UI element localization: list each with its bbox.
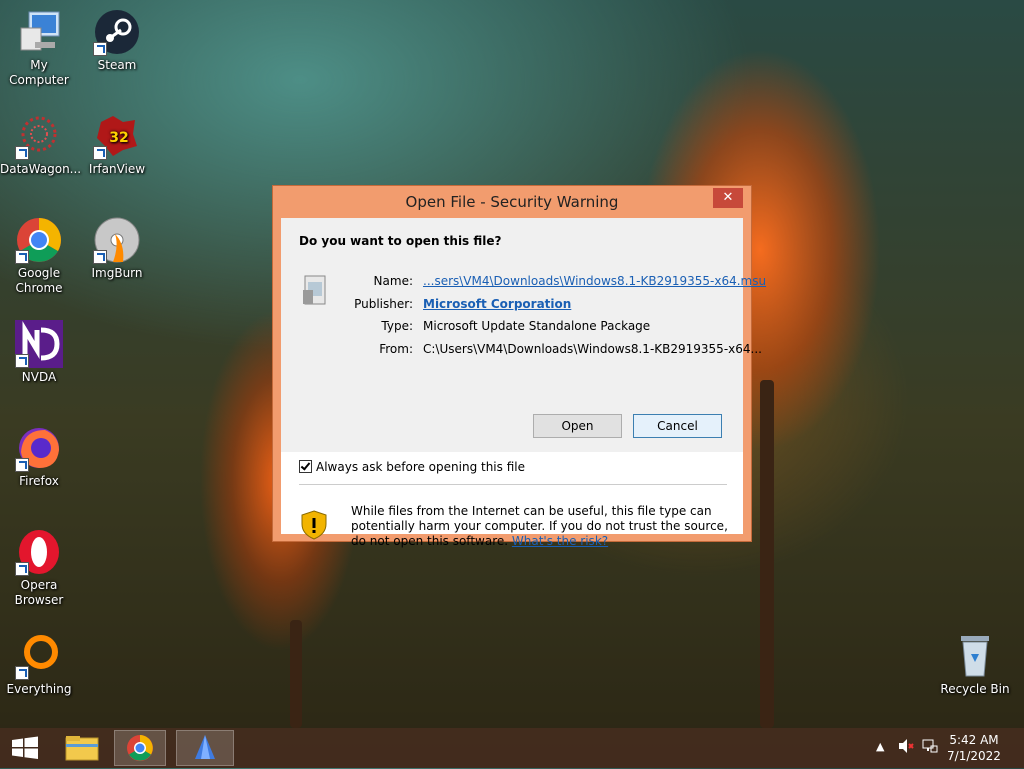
desktop-icon-irfanview[interactable]: 32 IrfanView	[78, 112, 156, 177]
dialog-question: Do you want to open this file?	[299, 234, 502, 248]
app-icon	[195, 735, 215, 759]
computer-icon	[15, 8, 63, 56]
clock-date: 7/1/2022	[947, 749, 1001, 763]
name-label: Name:	[373, 274, 413, 288]
wallpaper-stem	[290, 620, 302, 728]
desktop-icon-label: ImgBurn	[91, 266, 143, 280]
close-icon: ✕	[722, 190, 734, 205]
file-name-link[interactable]: ...sers\VM4\Downloads\Windows8.1-KB29193…	[423, 274, 766, 288]
desktop-icon-label: Opera Browser	[14, 578, 64, 607]
shortcut-arrow-icon	[93, 146, 107, 160]
close-button[interactable]: ✕	[713, 188, 743, 208]
irfanview-icon: 32	[93, 112, 141, 160]
network-icon[interactable]	[922, 738, 938, 757]
desktop-icon-label: My Computer	[9, 58, 69, 87]
desktop-icon-my-computer[interactable]: My Computer	[0, 8, 78, 88]
taskbar-file-explorer[interactable]	[56, 730, 108, 766]
taskbar-app[interactable]	[176, 730, 234, 766]
desktop-icon-label: Steam	[97, 58, 137, 72]
desktop-icon-label: Google Chrome	[15, 266, 63, 295]
taskbar-chrome[interactable]	[114, 730, 166, 766]
desktop-icon-label: Everything	[6, 682, 72, 696]
file-explorer-icon	[65, 736, 99, 761]
publisher-label: Publisher:	[354, 297, 413, 311]
desktop-icon-nvda[interactable]: NVDA	[0, 320, 78, 385]
desktop-icon-label: NVDA	[21, 370, 57, 384]
whats-the-risk-link[interactable]: What's the risk?	[512, 534, 608, 548]
start-icon	[12, 736, 38, 759]
everything-icon	[15, 632, 63, 680]
desktop-icon-steam[interactable]: Steam	[78, 8, 156, 73]
desktop-icon-firefox[interactable]: Firefox	[0, 424, 78, 489]
steam-icon	[93, 8, 141, 56]
nvda-icon	[15, 320, 63, 368]
desktop-icon-opera[interactable]: Opera Browser	[0, 528, 78, 608]
desktop-icon-label: Recycle Bin	[940, 682, 1010, 696]
irfanview-badge: 32	[109, 130, 128, 146]
always-ask-row[interactable]: Always ask before opening this file	[299, 460, 525, 474]
desktop-icon-datawagon[interactable]: DataWagon...	[0, 112, 82, 177]
divider	[299, 484, 727, 485]
cancel-button[interactable]: Cancel	[633, 414, 722, 438]
security-warning-dialog: Open File - Security Warning ✕ Do you wa…	[272, 185, 766, 548]
shortcut-arrow-icon	[93, 42, 107, 56]
open-button[interactable]: Open	[533, 414, 622, 438]
chrome-icon	[15, 216, 63, 264]
taskbar-clock[interactable]: 5:42 AM 7/1/2022	[944, 732, 1004, 764]
start-button[interactable]	[0, 730, 52, 766]
shortcut-arrow-icon	[15, 146, 29, 160]
opera-icon	[15, 528, 63, 576]
shortcut-arrow-icon	[15, 354, 29, 368]
wallpaper-stem	[760, 380, 774, 728]
publisher-link[interactable]: Microsoft Corporation	[423, 297, 571, 311]
desktop-icon-imgburn[interactable]: ImgBurn	[78, 216, 156, 281]
volume-muted-icon[interactable]	[898, 738, 914, 757]
firefox-icon	[15, 424, 63, 472]
taskbar: ▲ 5:42 AM 7/1/2022	[0, 728, 1024, 768]
shortcut-arrow-icon	[15, 458, 29, 472]
dialog-title: Open File - Security Warning	[405, 193, 619, 211]
type-label: Type:	[381, 319, 413, 333]
shortcut-arrow-icon	[15, 562, 29, 576]
desktop-icon-everything[interactable]: Everything	[0, 632, 78, 697]
desktop-icon-label: IrfanView	[88, 162, 146, 176]
recycle-bin-icon	[951, 632, 999, 680]
show-hidden-icons-chevron-icon[interactable]: ▲	[876, 740, 884, 753]
shield-warning-icon	[301, 510, 327, 540]
desktop-icon-label: Firefox	[19, 474, 59, 488]
dialog-body: Do you want to open this file? Name: ...…	[281, 218, 766, 548]
chrome-icon	[127, 735, 153, 761]
desktop-icon-label: DataWagon...	[0, 162, 82, 176]
from-label: From:	[379, 342, 413, 356]
datawagon-icon	[15, 112, 63, 160]
shortcut-arrow-icon	[93, 250, 107, 264]
always-ask-checkbox[interactable]	[299, 460, 312, 473]
shortcut-arrow-icon	[15, 250, 29, 264]
desktop-icon-google-chrome[interactable]: Google Chrome	[0, 216, 78, 296]
clock-time: 5:42 AM	[949, 733, 999, 747]
dialog-top-panel: Do you want to open this file? Name: ...…	[281, 218, 766, 452]
always-ask-label: Always ask before opening this file	[316, 460, 525, 474]
imgburn-icon	[93, 216, 141, 264]
desktop-icon-recycle-bin[interactable]: Recycle Bin	[936, 632, 1014, 697]
warning-message: While files from the Internet can be use…	[351, 504, 731, 549]
shortcut-arrow-icon	[15, 666, 29, 680]
from-value: C:\Users\VM4\Downloads\Windows8.1-KB2919…	[423, 342, 762, 356]
type-value: Microsoft Update Standalone Package	[423, 319, 651, 333]
